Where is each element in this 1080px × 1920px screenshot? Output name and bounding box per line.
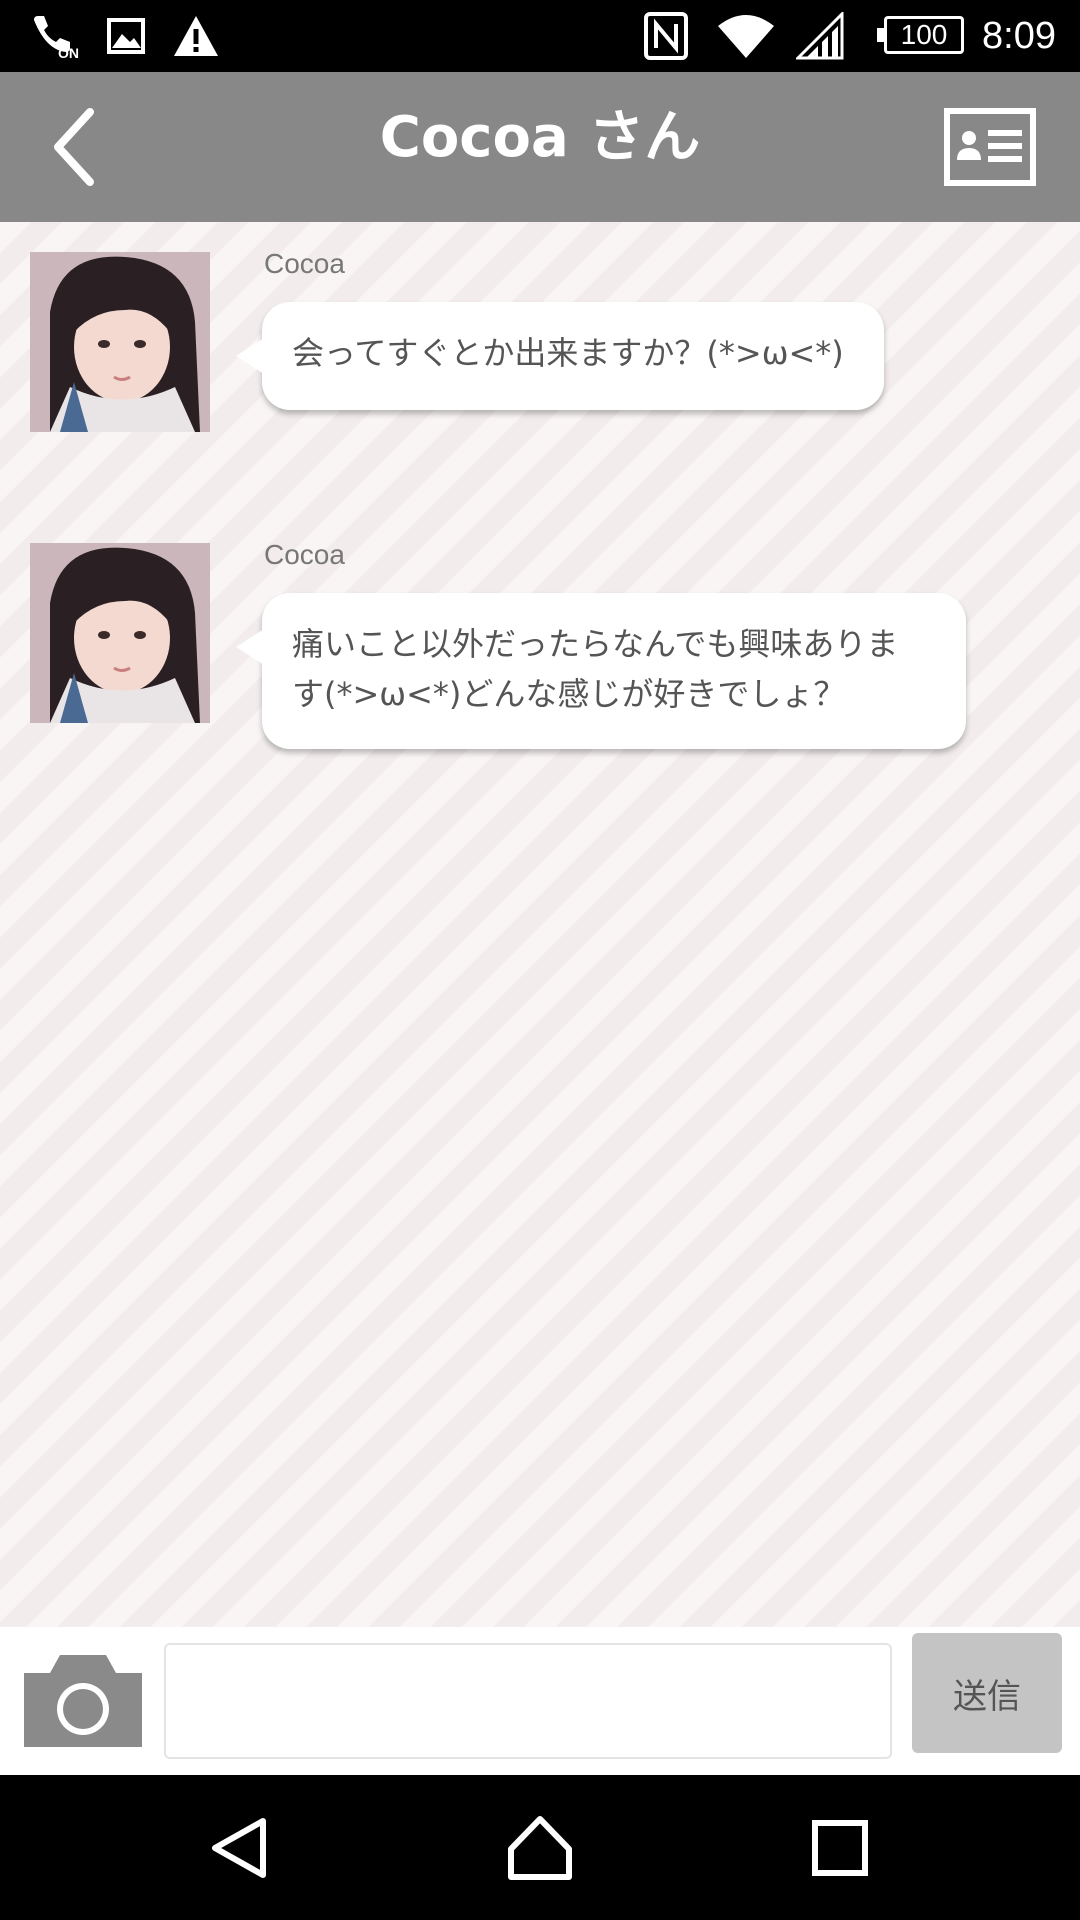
recents-icon[interactable] bbox=[805, 1813, 875, 1883]
back-triangle-icon[interactable] bbox=[205, 1813, 275, 1883]
nfc-on-icon: ON bbox=[34, 16, 79, 60]
bubble-tail bbox=[236, 338, 264, 374]
clock: 8:09 bbox=[982, 15, 1056, 57]
svg-text:ON: ON bbox=[58, 45, 79, 60]
warning-icon bbox=[174, 16, 218, 56]
home-icon[interactable] bbox=[505, 1813, 575, 1883]
battery-icon: 100 bbox=[877, 16, 964, 54]
page-title: Cocoa さん bbox=[379, 105, 701, 170]
image-icon bbox=[107, 18, 145, 54]
message-bubble[interactable]: 痛いこと以外だったらなんでも興味ありま す(*>ω<*)どんな感じが好きでしょ？ bbox=[236, 593, 966, 749]
app-header: Cocoa さん bbox=[0, 72, 1080, 222]
signal-icon bbox=[796, 12, 844, 60]
message-text-line: 痛いこと以外だったらなんでも興味ありま bbox=[292, 625, 899, 663]
message-input[interactable] bbox=[164, 1643, 892, 1759]
profile-card-icon[interactable] bbox=[944, 108, 1036, 186]
status-bar: ON 100 8:09 bbox=[0, 0, 1080, 72]
navigation-bar bbox=[0, 1775, 1080, 1920]
camera-icon[interactable] bbox=[20, 1649, 146, 1751]
send-button[interactable]: 送信 bbox=[912, 1633, 1062, 1753]
message-input-bar: 送信 bbox=[0, 1627, 1080, 1775]
bubble-tail bbox=[236, 629, 264, 665]
sender-name: Cocoa bbox=[264, 539, 345, 570]
wifi-icon bbox=[718, 15, 774, 58]
message-text: 会ってすぐとか出来ますか？(*>ω<*) bbox=[292, 334, 844, 372]
avatar[interactable] bbox=[30, 543, 210, 723]
nfc-icon bbox=[644, 12, 688, 60]
avatar[interactable] bbox=[30, 252, 210, 432]
chat-area[interactable]: Cocoa 会ってすぐとか出来ますか？(*>ω<*) Cocoa 痛いこと以外だ… bbox=[0, 222, 1080, 1627]
message-bubble[interactable]: 会ってすぐとか出来ますか？(*>ω<*) bbox=[236, 302, 884, 410]
sender-name: Cocoa bbox=[264, 248, 345, 279]
message-text-line: す(*>ω<*)どんな感じが好きでしょ？ bbox=[292, 675, 846, 713]
